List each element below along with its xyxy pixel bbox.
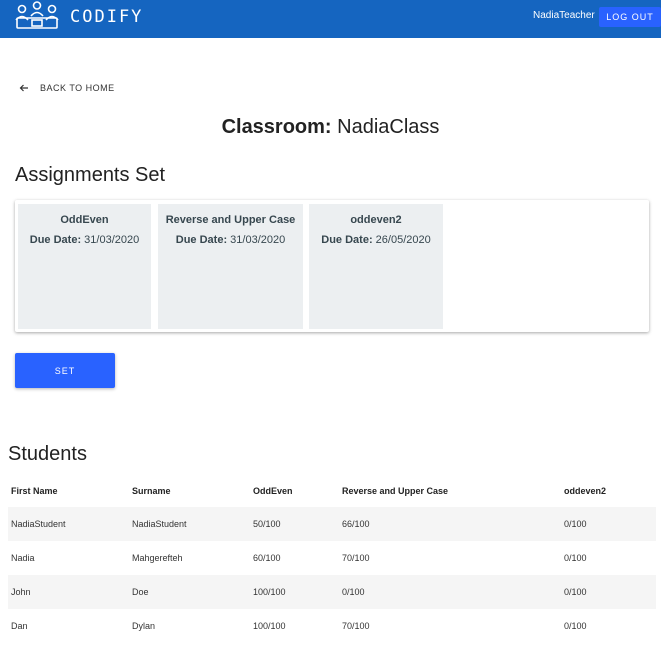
logout-button[interactable]: LOG OUT — [599, 7, 661, 27]
column-header-first-name: First Name — [11, 486, 58, 496]
user-name: NadiaTeacher — [533, 10, 595, 21]
score-cell: 0/100 — [564, 519, 587, 529]
assignment-card-oddeven2[interactable]: oddeven2 Due Date: 26/05/2020 — [309, 204, 443, 329]
surname-cell: Doe — [132, 587, 149, 597]
column-header-surname: Surname — [132, 486, 171, 496]
table-row: NadiaStudent NadiaStudent 50/100 66/100 … — [8, 507, 656, 541]
score-cell: 0/100 — [564, 621, 587, 631]
app-bar: CODIFY NadiaTeacher LOG OUT — [0, 0, 661, 38]
column-header-reverse-upper-case: Reverse and Upper Case — [342, 486, 449, 496]
due-date-label: Due Date: — [175, 234, 228, 246]
set-assignment-button[interactable]: SET — [15, 353, 115, 388]
brand-title: CODIFY — [70, 7, 144, 27]
assignment-name: OddEven — [60, 214, 109, 226]
classroom-name: NadiaClass — [337, 116, 440, 138]
score-cell: 50/100 — [253, 519, 281, 529]
surname-cell: Dylan — [132, 621, 156, 631]
first-name-cell: Nadia — [11, 553, 35, 563]
page-title: Classroom: NadiaClass — [0, 116, 661, 139]
score-cell: 0/100 — [564, 587, 587, 597]
due-date-value: 31/03/2020 — [230, 234, 286, 246]
table-row: Dan Dylan 100/100 70/100 0/100 — [8, 609, 656, 643]
table-row: John Doe 100/100 0/100 0/100 — [8, 575, 656, 609]
table-header-row: First Name Surname OddEven Reverse and U… — [8, 475, 656, 507]
first-name-cell: NadiaStudent — [11, 519, 66, 529]
due-date-label: Due Date: — [321, 234, 373, 246]
table-row: Nadia Mahgerefteh 60/100 70/100 0/100 — [8, 541, 656, 575]
assignments-panel: OddEven Due Date: 31/03/2020 Reverse and… — [15, 200, 649, 332]
first-name-cell: Dan — [11, 621, 28, 631]
score-cell: 66/100 — [342, 519, 370, 529]
score-cell: 60/100 — [253, 553, 281, 563]
students-heading: Students — [8, 443, 87, 465]
due-date-value: 26/05/2020 — [375, 234, 431, 246]
first-name-cell: John — [11, 587, 31, 597]
arrow-left-icon — [19, 84, 28, 92]
column-header-oddeven: OddEven — [253, 486, 293, 496]
score-cell: 70/100 — [342, 621, 370, 631]
due-date-value: 31/03/2020 — [84, 234, 140, 246]
surname-cell: NadiaStudent — [132, 519, 187, 529]
people-group-logo-icon — [15, 1, 59, 29]
score-cell: 70/100 — [342, 553, 370, 563]
assignment-card-reverse-upper-case[interactable]: Reverse and Upper Case Due Date: 31/03/2… — [158, 204, 303, 329]
back-label: BACK TO HOME — [40, 83, 115, 93]
assignment-name: Reverse and Upper Case — [165, 214, 296, 226]
column-header-oddeven2: oddeven2 — [564, 486, 607, 496]
score-cell: 0/100 — [564, 553, 587, 563]
score-cell: 100/100 — [253, 587, 286, 597]
due-date-label: Due Date: — [29, 234, 82, 246]
score-cell: 0/100 — [342, 587, 365, 597]
back-to-home-link[interactable]: BACK TO HOME — [19, 81, 115, 95]
classroom-prefix: Classroom: — [221, 116, 332, 138]
assignment-name: oddeven2 — [350, 214, 402, 226]
students-table: First Name Surname OddEven Reverse and U… — [8, 475, 656, 643]
score-cell: 100/100 — [253, 621, 286, 631]
assignments-heading: Assignments Set — [15, 164, 166, 186]
assignment-card-oddeven[interactable]: OddEven Due Date: 31/03/2020 — [18, 204, 151, 329]
surname-cell: Mahgerefteh — [132, 553, 183, 563]
